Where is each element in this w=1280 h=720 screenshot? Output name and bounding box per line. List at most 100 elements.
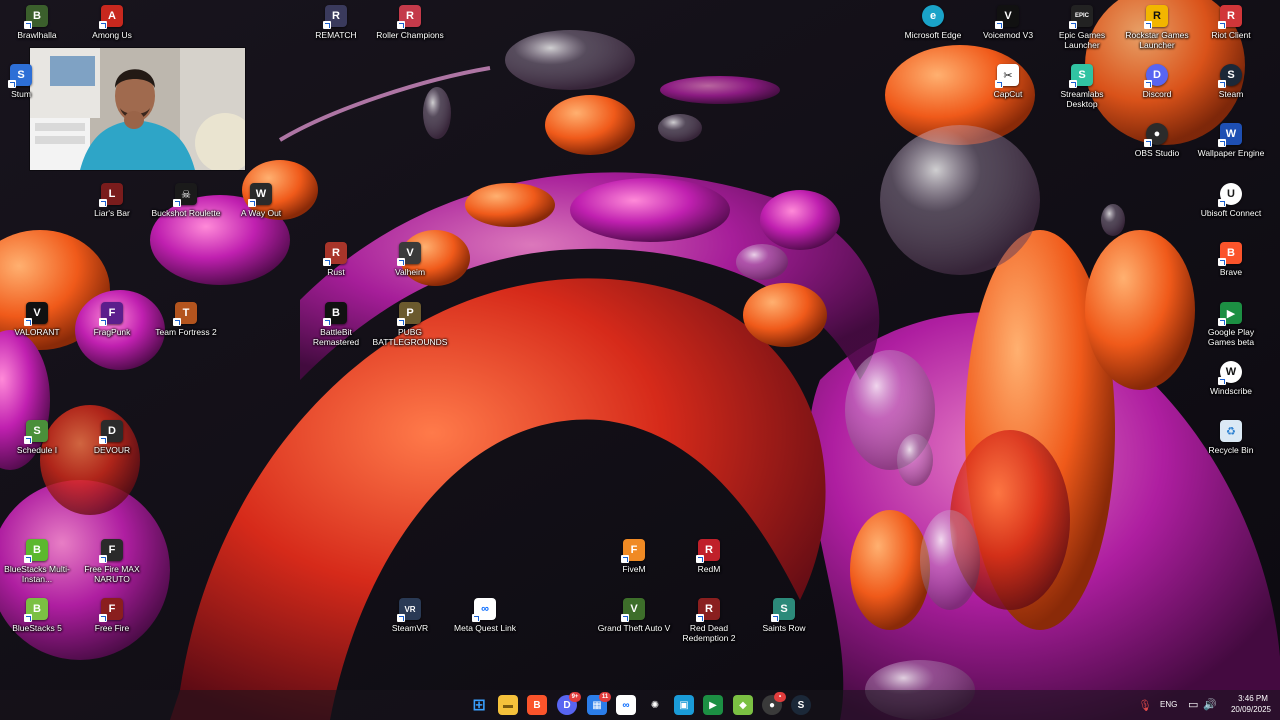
free-fire-icon: F: [99, 598, 123, 622]
icon-bluestacks-multi[interactable]: B BlueStacks Multi-Instan...: [0, 539, 74, 595]
icon-valorant[interactable]: V VALORANT: [0, 302, 74, 358]
rust-icon: R: [323, 242, 347, 266]
taskbar-brave[interactable]: B: [527, 695, 547, 715]
taskbar-bluestacks[interactable]: ◆: [733, 695, 753, 715]
icon-liars-bar[interactable]: L Liar's Bar: [75, 183, 149, 239]
icon-devour[interactable]: D DEVOUR: [75, 420, 149, 476]
obs-icon: ●: [1144, 123, 1168, 147]
icon-label: PUBG BATTLEGROUNDS: [372, 327, 448, 347]
redm-icon: R: [696, 539, 720, 563]
icon-brave[interactable]: B Brave: [1194, 242, 1268, 298]
icon-label: FragPunk: [93, 327, 131, 337]
icon-buckshot-roulette[interactable]: ☠ Buckshot Roulette: [149, 183, 223, 239]
icon-battlebit[interactable]: B BattleBit Remastered: [299, 302, 373, 358]
fragpunk-icon: F: [99, 302, 123, 326]
rockstar-icon: R: [1144, 5, 1168, 29]
icon-roller-champions[interactable]: R Roller Champions: [373, 5, 447, 61]
icon-saints-row[interactable]: S Saints Row: [747, 598, 821, 654]
icon-label: Buckshot Roulette: [151, 208, 221, 218]
taskbar-discord[interactable]: D 9+: [557, 692, 581, 715]
icon-label: Streamlabs Desktop: [1060, 89, 1104, 109]
ubisoft-connect-icon: U: [1218, 183, 1242, 207]
icon-discord[interactable]: D Discord: [1120, 64, 1194, 120]
icon-label: Brawlhalla: [17, 30, 57, 40]
microphone-icon[interactable]: 🎙: [1138, 699, 1152, 712]
roller-champions-icon: R: [397, 5, 421, 29]
network-icon[interactable]: ▭: [1188, 698, 1198, 711]
icon-label: Red Dead Redemption 2: [682, 623, 736, 643]
taskbar-obs[interactable]: ● •: [762, 692, 786, 715]
devour-icon: D: [99, 420, 123, 444]
icon-meta-quest-link[interactable]: ∞ Meta Quest Link: [448, 598, 522, 654]
recycle-bin-icon: ♻: [1220, 420, 1242, 442]
icon-brawlhalla[interactable]: B Brawlhalla: [0, 5, 74, 61]
icon-label: Roller Champions: [376, 30, 444, 40]
icon-rockstar[interactable]: R Rockstar Games Launcher: [1120, 5, 1194, 61]
icon-pubg[interactable]: P PUBG BATTLEGROUNDS: [373, 302, 447, 358]
icon-streamlabs[interactable]: S Streamlabs Desktop: [1045, 64, 1119, 120]
icon-fivem[interactable]: F FiveM: [597, 539, 671, 595]
icon-steamvr[interactable]: VR SteamVR: [373, 598, 447, 654]
icon-among-us[interactable]: A Among Us: [75, 5, 149, 61]
icon-free-fire[interactable]: F Free Fire: [75, 598, 149, 654]
icon-label: Grand Theft Auto V: [597, 623, 671, 633]
desktop[interactable]: B Brawlhalla A Among Us S Stum L Liar's …: [0, 0, 1280, 720]
icon-rust[interactable]: R Rust: [299, 242, 373, 298]
a-way-out-icon: W: [248, 183, 272, 207]
language-indicator[interactable]: ENG: [1160, 700, 1177, 709]
icon-label: Microsoft Edge: [904, 30, 962, 40]
icon-label: Valheim: [394, 267, 426, 277]
icon-valheim[interactable]: V Valheim: [373, 242, 447, 298]
icon-windscribe[interactable]: W Windscribe: [1194, 361, 1268, 417]
start-button[interactable]: ⊞: [469, 695, 489, 715]
icon-label: BlueStacks Multi-Instan...: [4, 564, 70, 584]
saints-row-icon: S: [771, 598, 795, 622]
taskbar-google-play-games[interactable]: ▶: [703, 695, 723, 715]
icon-ubisoft-connect[interactable]: U Ubisoft Connect: [1194, 183, 1268, 239]
icon-label: RedM: [697, 564, 721, 574]
icon-epic-games[interactable]: EPIC Epic Games Launcher: [1045, 5, 1119, 61]
icon-obs[interactable]: ● OBS Studio: [1120, 123, 1194, 179]
brawlhalla-icon: B: [24, 5, 48, 29]
icon-microsoft-edge[interactable]: e Microsoft Edge: [896, 5, 970, 61]
icon-label: Voicemod V3: [982, 30, 1034, 40]
icon-riot-client[interactable]: R Riot Client: [1194, 5, 1268, 61]
rematch-icon: R: [323, 5, 347, 29]
icon-voicemod[interactable]: V Voicemod V3: [971, 5, 1045, 61]
icon-recycle-bin[interactable]: ♻ Recycle Bin: [1194, 420, 1268, 476]
taskbar-store[interactable]: ▦ 11: [587, 692, 611, 715]
icon-label: Schedule I: [16, 445, 58, 455]
riot-client-icon: R: [1218, 5, 1242, 29]
clock-date[interactable]: 20/09/2025: [1223, 705, 1279, 714]
icon-wallpaper-engine[interactable]: W Wallpaper Engine: [1194, 123, 1268, 179]
icon-rdr2[interactable]: R Red Dead Redemption 2: [672, 598, 746, 654]
taskbar-chatgpt[interactable]: ✺: [645, 695, 665, 715]
taskbar-steam[interactable]: S: [791, 695, 811, 715]
icon-label: Google Play Games beta: [1207, 327, 1255, 347]
icon-rematch[interactable]: R REMATCH: [299, 5, 373, 61]
icon-capcut[interactable]: ✂ CapCut: [971, 64, 1045, 120]
buckshot-roulette-icon: ☠: [173, 183, 197, 207]
clock-time[interactable]: 3:46 PM: [1233, 694, 1273, 703]
voicemod-icon: V: [995, 5, 1019, 29]
icon-a-way-out[interactable]: W A Way Out: [224, 183, 298, 239]
taskbar-meta[interactable]: ∞: [616, 695, 636, 715]
battlebit-icon: B: [323, 302, 347, 326]
taskbar-photos[interactable]: ▣: [674, 695, 694, 715]
icon-free-fire-max-naruto[interactable]: F Free Fire MAX NARUTO: [75, 539, 149, 595]
icon-team-fortress-2[interactable]: T Team Fortress 2: [149, 302, 223, 358]
icon-gta-v[interactable]: V Grand Theft Auto V: [597, 598, 671, 654]
icon-label: Windscribe: [1209, 386, 1253, 396]
taskbar-file-explorer[interactable]: ▬: [498, 695, 518, 715]
icon-label: VALORANT: [14, 327, 60, 337]
icon-label: Stum: [11, 89, 31, 99]
volume-icon[interactable]: 🔊: [1203, 698, 1217, 711]
icon-schedule-i[interactable]: S Schedule I: [0, 420, 74, 476]
icon-fragpunk[interactable]: F FragPunk: [75, 302, 149, 358]
icon-label: Steam: [1218, 89, 1244, 99]
icon-google-play-games[interactable]: ▶ Google Play Games beta: [1194, 302, 1268, 358]
icon-bluestacks-5[interactable]: B BlueStacks 5: [0, 598, 74, 654]
icon-redm[interactable]: R RedM: [672, 539, 746, 595]
icon-stumble[interactable]: S Stum: [0, 64, 58, 120]
icon-steam[interactable]: S Steam: [1194, 64, 1268, 120]
